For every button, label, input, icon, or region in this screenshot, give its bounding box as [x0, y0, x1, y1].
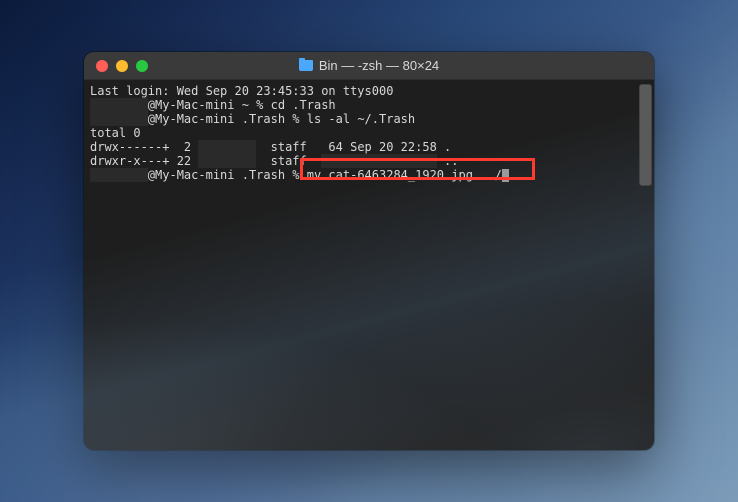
prompt-line-3: XXXXXXXX@My-Mac-mini .Trash % mv cat-646…: [90, 168, 648, 182]
host: @My-Mac-mini: [148, 98, 235, 112]
redacted-user: XXXXXXXX: [90, 168, 148, 182]
redacted-user: XXXXXXXX: [90, 112, 148, 126]
host: @My-Mac-mini: [148, 168, 235, 182]
scrollbar-thumb[interactable]: [639, 84, 652, 186]
redacted-user: XXXXXXXX: [90, 98, 148, 112]
terminal-body[interactable]: Last login: Wed Sep 20 23:45:33 on ttys0…: [84, 80, 654, 450]
ls-total: total 0: [90, 126, 648, 140]
terminal-window: Bin — -zsh — 80×24 Last login: Wed Sep 2…: [84, 52, 654, 450]
prompt-path: .Trash %: [235, 168, 307, 182]
ls-row-2: drwxr-x---+ 22 XXXXXXXX staff 704 Sep 20…: [90, 154, 648, 168]
prompt-line-2: XXXXXXXX@My-Mac-mini .Trash % ls -al ~/.…: [90, 112, 648, 126]
ls-row-1: drwx------+ 2 XXXXXXXX staff 64 Sep 20 2…: [90, 140, 648, 154]
host: @My-Mac-mini: [148, 112, 235, 126]
redacted-size-date: 704 Sep 20 23:46: [321, 154, 437, 168]
window-title-text: Bin — -zsh — 80×24: [319, 58, 439, 73]
cursor: [502, 169, 509, 182]
command-2: ls -al ~/.Trash: [307, 112, 415, 126]
last-login-line: Last login: Wed Sep 20 23:45:33 on ttys0…: [90, 84, 648, 98]
prompt-path: .Trash %: [235, 112, 307, 126]
window-title-bar[interactable]: Bin — -zsh — 80×24: [84, 52, 654, 80]
prompt-path: ~ %: [235, 98, 271, 112]
command-3: mv cat-6463284_1920.jpg ../: [307, 168, 502, 182]
prompt-line-1: XXXXXXXX@My-Mac-mini ~ % cd .Trash: [90, 98, 648, 112]
window-title: Bin — -zsh — 80×24: [84, 58, 654, 73]
redacted-owner: XXXXXXXX: [198, 140, 256, 154]
redacted-owner: XXXXXXXX: [198, 154, 256, 168]
minimize-button[interactable]: [116, 60, 128, 72]
close-button[interactable]: [96, 60, 108, 72]
folder-icon: [299, 60, 313, 71]
command-1: cd .Trash: [271, 98, 336, 112]
zoom-button[interactable]: [136, 60, 148, 72]
window-controls: [96, 60, 148, 72]
